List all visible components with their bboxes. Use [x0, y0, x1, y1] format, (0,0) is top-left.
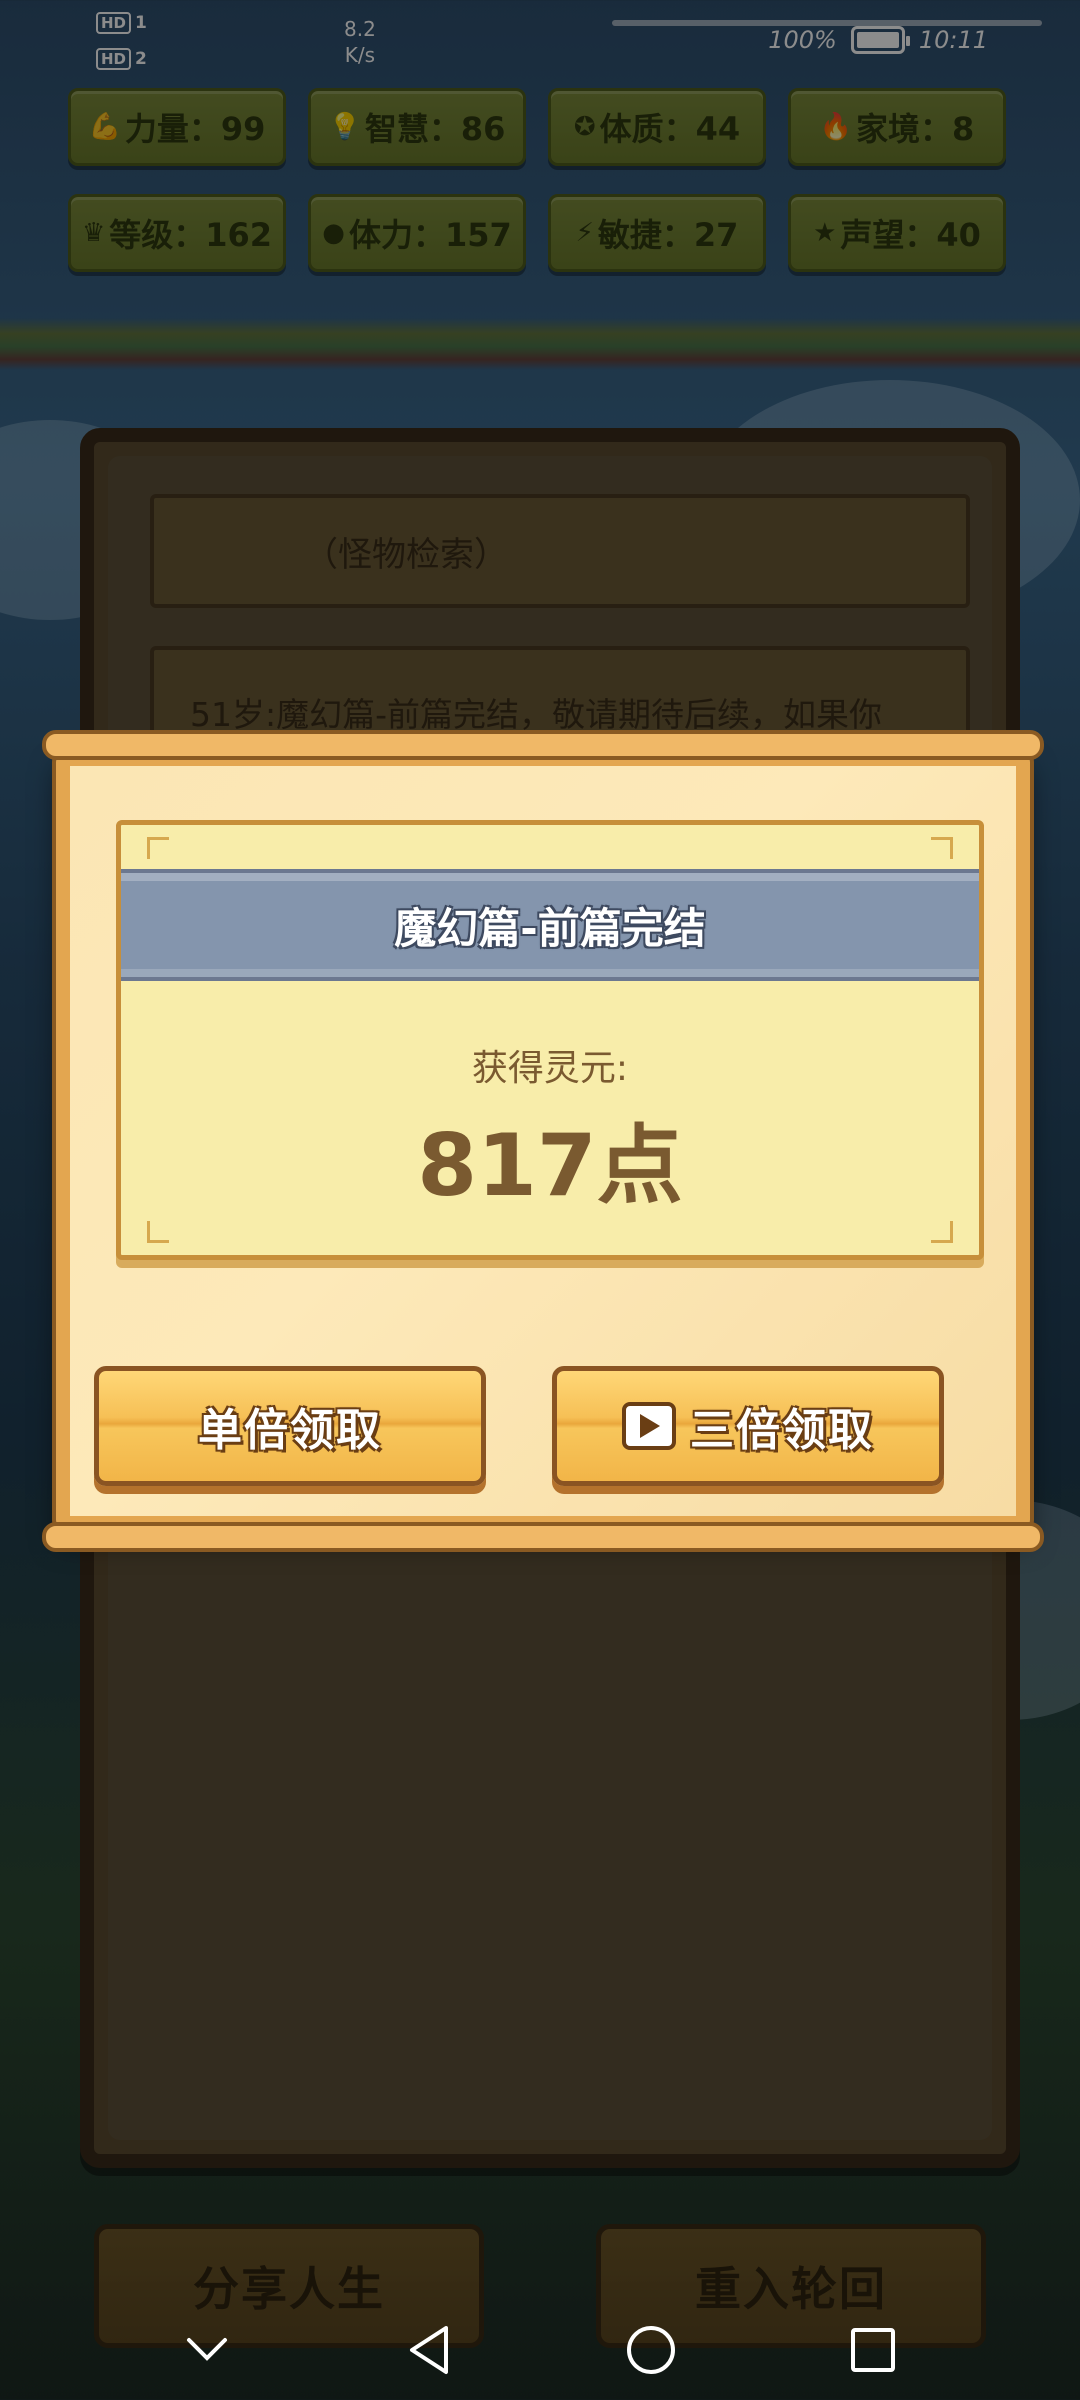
recent-apps-icon[interactable] — [833, 2310, 913, 2390]
chevron-down-icon[interactable] — [167, 2310, 247, 2390]
video-play-icon — [622, 1402, 676, 1450]
reward-value: 817点 — [417, 1116, 683, 1216]
reward-notice: 魔幻篇-前篇完结 获得灵元: 817点 — [116, 820, 984, 1260]
claim-single-button[interactable]: 单倍领取 — [94, 1366, 486, 1486]
dialog-bottom-rod — [42, 1522, 1044, 1552]
reward-dialog: 魔幻篇-前篇完结 获得灵元: 817点 单倍领取 三倍领取 — [42, 730, 1044, 1552]
dialog-top-rod — [42, 730, 1044, 760]
claim-triple-button[interactable]: 三倍领取 — [552, 1366, 944, 1486]
system-nav-bar — [0, 2300, 1080, 2400]
dialog-title: 魔幻篇-前篇完结 — [121, 869, 979, 981]
back-icon[interactable] — [389, 2310, 469, 2390]
reward-label: 获得灵元: — [471, 1048, 629, 1089]
home-circle-icon[interactable] — [611, 2310, 691, 2390]
